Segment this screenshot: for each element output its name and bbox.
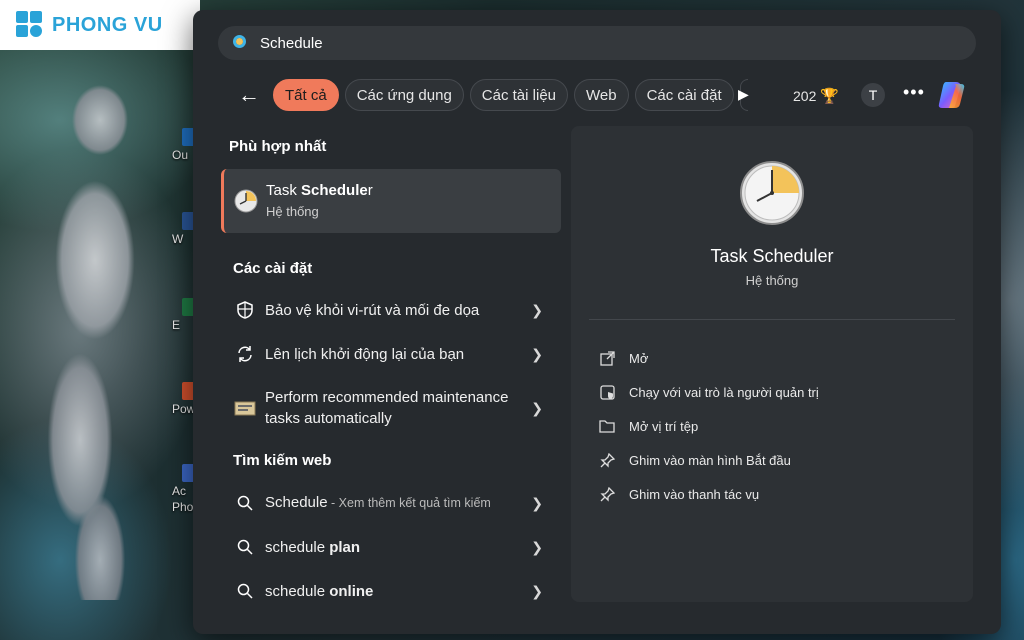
desktop-icon[interactable]: Ou bbox=[172, 128, 196, 162]
search-icon bbox=[233, 535, 257, 559]
search-icon bbox=[233, 579, 257, 603]
desktop-icon[interactable]: Pow bbox=[172, 382, 196, 416]
search-icon bbox=[232, 34, 250, 52]
filter-chip-web[interactable]: Web bbox=[574, 79, 629, 111]
search-input[interactable] bbox=[260, 34, 860, 52]
desktop-icon[interactable]: W bbox=[172, 212, 196, 246]
search-box[interactable] bbox=[218, 26, 976, 60]
task-scheduler-icon bbox=[234, 189, 258, 213]
start-search-panel: ← Tất cả Các ứng dụng Các tài liệu Web C… bbox=[193, 10, 1001, 634]
preview-title: Task Scheduler bbox=[710, 246, 834, 266]
pin-icon bbox=[599, 452, 615, 468]
action-open[interactable]: Mở bbox=[599, 350, 648, 366]
settings-heading: Các cài đặt bbox=[233, 260, 313, 277]
rewards-points[interactable]: 202 🏆 bbox=[793, 87, 839, 105]
back-arrow-icon[interactable]: ← bbox=[233, 79, 265, 111]
best-match-subtitle: Hệ thống bbox=[266, 204, 319, 219]
refresh-icon bbox=[233, 342, 257, 366]
pin-icon bbox=[599, 486, 615, 502]
filter-chip-all[interactable]: Tất cả bbox=[273, 79, 339, 111]
chevron-right-icon: ❯ bbox=[531, 301, 543, 318]
best-match-heading: Phù hợp nhất bbox=[229, 138, 327, 155]
filter-chip-apps[interactable]: Các ứng dụng bbox=[344, 79, 464, 111]
web-result-item[interactable]: schedule plan ❯ bbox=[221, 535, 551, 559]
filter-chip-settings[interactable]: Các cài đặt bbox=[634, 79, 734, 111]
action-pin-to-taskbar[interactable]: Ghim vào thanh tác vụ bbox=[599, 486, 759, 502]
desktop-icon[interactable]: E bbox=[172, 298, 196, 332]
scroll-right-icon[interactable]: ▶ bbox=[738, 86, 749, 103]
chevron-right-icon: ❯ bbox=[531, 345, 543, 362]
preview-subtitle: Hệ thống bbox=[745, 273, 799, 288]
web-result-item[interactable]: schedule online ❯ bbox=[221, 579, 551, 603]
control-panel-icon bbox=[233, 396, 257, 420]
best-match-item[interactable]: Task Scheduler Hệ thống bbox=[221, 169, 561, 233]
brand-logo-icon bbox=[16, 11, 44, 39]
best-match-name: Task Scheduler bbox=[266, 182, 373, 199]
copilot-icon[interactable] bbox=[937, 78, 969, 110]
folder-icon bbox=[599, 418, 615, 434]
preview-divider bbox=[589, 319, 955, 320]
admin-shield-icon bbox=[599, 384, 615, 400]
filter-bar: ← Tất cả Các ứng dụng Các tài liệu Web C… bbox=[233, 78, 748, 112]
action-run-as-admin[interactable]: Chạy với vai trò là người quản trị bbox=[599, 384, 819, 400]
settings-item-maintenance[interactable]: Perform recommended maintenance tasks au… bbox=[221, 386, 551, 430]
settings-item-virus-protection[interactable]: Bảo vệ khỏi vi-rút và mối đe dọa ❯ bbox=[221, 298, 551, 322]
more-options-icon[interactable]: ••• bbox=[903, 82, 925, 103]
web-search-heading: Tìm kiếm web bbox=[233, 452, 332, 469]
wallpaper-astronaut bbox=[20, 60, 170, 600]
web-result-item[interactable]: Schedule - Xem thêm kết quả tìm kiếm ❯ bbox=[221, 491, 551, 515]
action-open-file-location[interactable]: Mở vị trí tệp bbox=[599, 418, 698, 434]
chevron-right-icon: ❯ bbox=[531, 538, 543, 555]
rewards-trophy-icon: 🏆 bbox=[820, 88, 840, 105]
preview-pane: Task Scheduler Hệ thống Mở Chạy với vai … bbox=[571, 126, 973, 602]
chevron-right-icon: ❯ bbox=[531, 399, 543, 416]
action-pin-to-start[interactable]: Ghim vào màn hình Bắt đầu bbox=[599, 452, 791, 468]
filter-chip-documents[interactable]: Các tài liệu bbox=[469, 79, 568, 111]
brand-logo: PHONG VU bbox=[0, 0, 200, 50]
shield-icon bbox=[233, 298, 257, 322]
rewards-points-value: 202 bbox=[793, 88, 817, 104]
brand-logo-text: PHONG VU bbox=[52, 13, 163, 36]
task-scheduler-icon bbox=[740, 161, 804, 225]
search-icon bbox=[233, 491, 257, 515]
desktop-icon[interactable]: Ac Pho bbox=[172, 464, 196, 514]
open-external-icon bbox=[599, 350, 615, 366]
avatar[interactable]: T bbox=[861, 83, 885, 107]
chevron-right-icon: ❯ bbox=[531, 582, 543, 599]
chevron-right-icon: ❯ bbox=[531, 494, 543, 511]
settings-item-restart-schedule[interactable]: Lên lịch khởi động lại của bạn ❯ bbox=[221, 342, 551, 366]
